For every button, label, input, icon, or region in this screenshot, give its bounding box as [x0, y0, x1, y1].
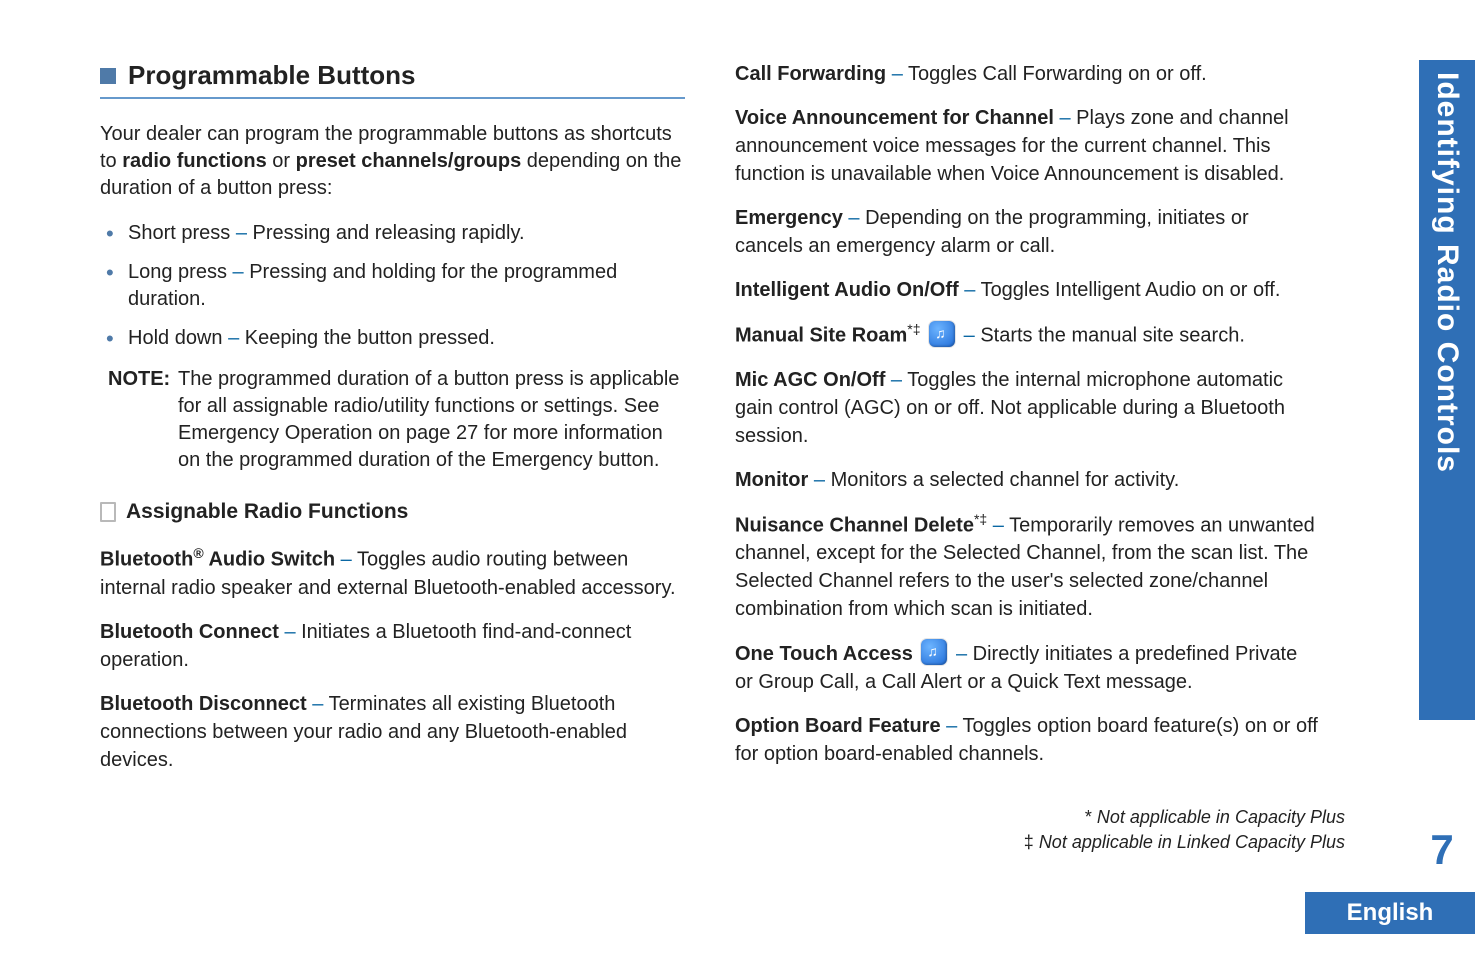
bullet-list: Short press – Pressing and releasing rap… — [100, 220, 685, 352]
function-name: Manual Site Roam — [735, 325, 907, 347]
function-item: Nuisance Channel Delete*‡ – Temporarily … — [735, 510, 1320, 624]
feature-icon — [921, 639, 947, 665]
text: Pressing and releasing rapidly. — [253, 222, 525, 244]
function-desc: Monitors a selected channel for activity… — [831, 469, 1180, 491]
function-name: Audio Switch — [204, 549, 341, 571]
text-bold: Emergency — [492, 449, 593, 471]
dash: – — [233, 261, 250, 283]
footnotes: * Not applicable in Capacity Plus ‡ Not … — [1024, 805, 1345, 854]
function-item: Monitor – Monitors a selected channel fo… — [735, 466, 1320, 494]
function-desc: Toggles Intelligent Audio on or off. — [981, 279, 1281, 301]
function-item: Intelligent Audio On/Off – Toggles Intel… — [735, 276, 1320, 304]
footnote: * Not applicable in Capacity Plus — [1024, 805, 1345, 829]
function-name: Bluetooth Disconnect — [100, 693, 312, 715]
function-name: Bluetooth — [100, 549, 193, 571]
right-column: Call Forwarding – Toggles Call Forwardin… — [735, 50, 1320, 790]
dash: – — [964, 279, 980, 301]
document-page: Programmable Buttons Your dealer can pro… — [0, 0, 1475, 954]
function-name: Bluetooth Connect — [100, 621, 284, 643]
superscript: ® — [193, 545, 203, 561]
function-name: One Touch Access — [735, 643, 918, 665]
function-item: Voice Announcement for Channel – Plays z… — [735, 104, 1320, 188]
text: Long press — [128, 261, 233, 283]
subheading: Assignable Radio Functions — [100, 500, 685, 524]
page-number: 7 — [1419, 826, 1465, 874]
text-bold: radio functions — [122, 150, 266, 172]
function-name: Mic AGC On/Off — [735, 369, 891, 391]
function-desc: Starts the manual site search. — [980, 325, 1245, 347]
list-item: Hold down – Keeping the button pressed. — [100, 325, 685, 352]
footnote-marker: ‡ — [1024, 832, 1039, 852]
function-item: Option Board Feature – Toggles option bo… — [735, 712, 1320, 768]
text: Short press — [128, 222, 236, 244]
feature-icon — [929, 321, 955, 347]
text-bold-italic: Emergency Operation — [178, 422, 373, 444]
dash: – — [987, 514, 1009, 536]
dash: – — [341, 549, 357, 571]
list-item: Short press – Pressing and releasing rap… — [100, 220, 685, 247]
function-name: Intelligent Audio On/Off — [735, 279, 964, 301]
function-item: Bluetooth Connect – Initiates a Bluetoot… — [100, 618, 685, 674]
function-item: One Touch Access – Directly initiates a … — [735, 639, 1320, 696]
text: The programmed duration of a button pres… — [178, 368, 679, 417]
function-item: Manual Site Roam*‡ – Starts the manual s… — [735, 320, 1320, 350]
side-tab: Identifying Radio Controls — [1419, 60, 1475, 720]
function-item: Emergency – Depending on the programming… — [735, 204, 1320, 260]
note-body: The programmed duration of a button pres… — [108, 366, 685, 474]
dash: – — [946, 715, 962, 737]
function-name: Nuisance Channel Delete — [735, 514, 974, 536]
function-name: Emergency — [735, 207, 848, 229]
square-bullet-icon — [100, 68, 116, 84]
dash: – — [284, 621, 301, 643]
superscript: *‡ — [907, 321, 920, 337]
dash: – — [848, 207, 865, 229]
function-desc: Toggles Call Forwarding on or off. — [908, 63, 1207, 85]
footnote-marker: * — [1085, 807, 1097, 827]
dash: – — [1059, 107, 1076, 129]
text: button. — [593, 449, 660, 471]
function-item: Mic AGC On/Off – Toggles the internal mi… — [735, 366, 1320, 450]
footnote: ‡ Not applicable in Linked Capacity Plus — [1024, 830, 1345, 854]
function-name: Call Forwarding — [735, 63, 892, 85]
dash: – — [814, 469, 831, 491]
dash: – — [228, 327, 245, 349]
note-block: NOTE: The programmed duration of a butto… — [100, 366, 685, 474]
text-bold: preset channels/groups — [296, 150, 522, 172]
text: Hold down — [128, 327, 228, 349]
note-label: NOTE: — [108, 368, 170, 390]
intro-paragraph: Your dealer can program the programmable… — [100, 121, 685, 202]
function-name: Monitor — [735, 469, 814, 491]
footnote-text: Not applicable in Capacity Plus — [1097, 807, 1345, 827]
language-tab: English — [1305, 892, 1475, 934]
dash: – — [891, 369, 907, 391]
function-item: Bluetooth Disconnect – Terminates all ex… — [100, 690, 685, 774]
section-header: Programmable Buttons — [100, 60, 685, 99]
superscript: *‡ — [974, 511, 987, 527]
two-column-layout: Programmable Buttons Your dealer can pro… — [100, 50, 1320, 790]
section-title: Programmable Buttons — [128, 60, 416, 91]
dash: – — [956, 643, 973, 665]
dash: – — [964, 325, 981, 347]
footnote-text: Not applicable in Linked Capacity Plus — [1039, 832, 1345, 852]
function-name: Option Board Feature — [735, 715, 946, 737]
left-column: Programmable Buttons Your dealer can pro… — [100, 50, 685, 790]
subheading-title: Assignable Radio Functions — [126, 500, 408, 524]
function-item: Call Forwarding – Toggles Call Forwardin… — [735, 60, 1320, 88]
text: or — [267, 150, 296, 172]
dash: – — [312, 693, 328, 715]
dash: – — [236, 222, 253, 244]
function-name: Voice Announcement for Channel — [735, 107, 1059, 129]
text: Keeping the button pressed. — [245, 327, 495, 349]
dash: – — [892, 63, 908, 85]
page-icon — [100, 502, 116, 522]
list-item: Long press – Pressing and holding for th… — [100, 259, 685, 313]
function-item: Bluetooth® Audio Switch – Toggles audio … — [100, 544, 685, 602]
